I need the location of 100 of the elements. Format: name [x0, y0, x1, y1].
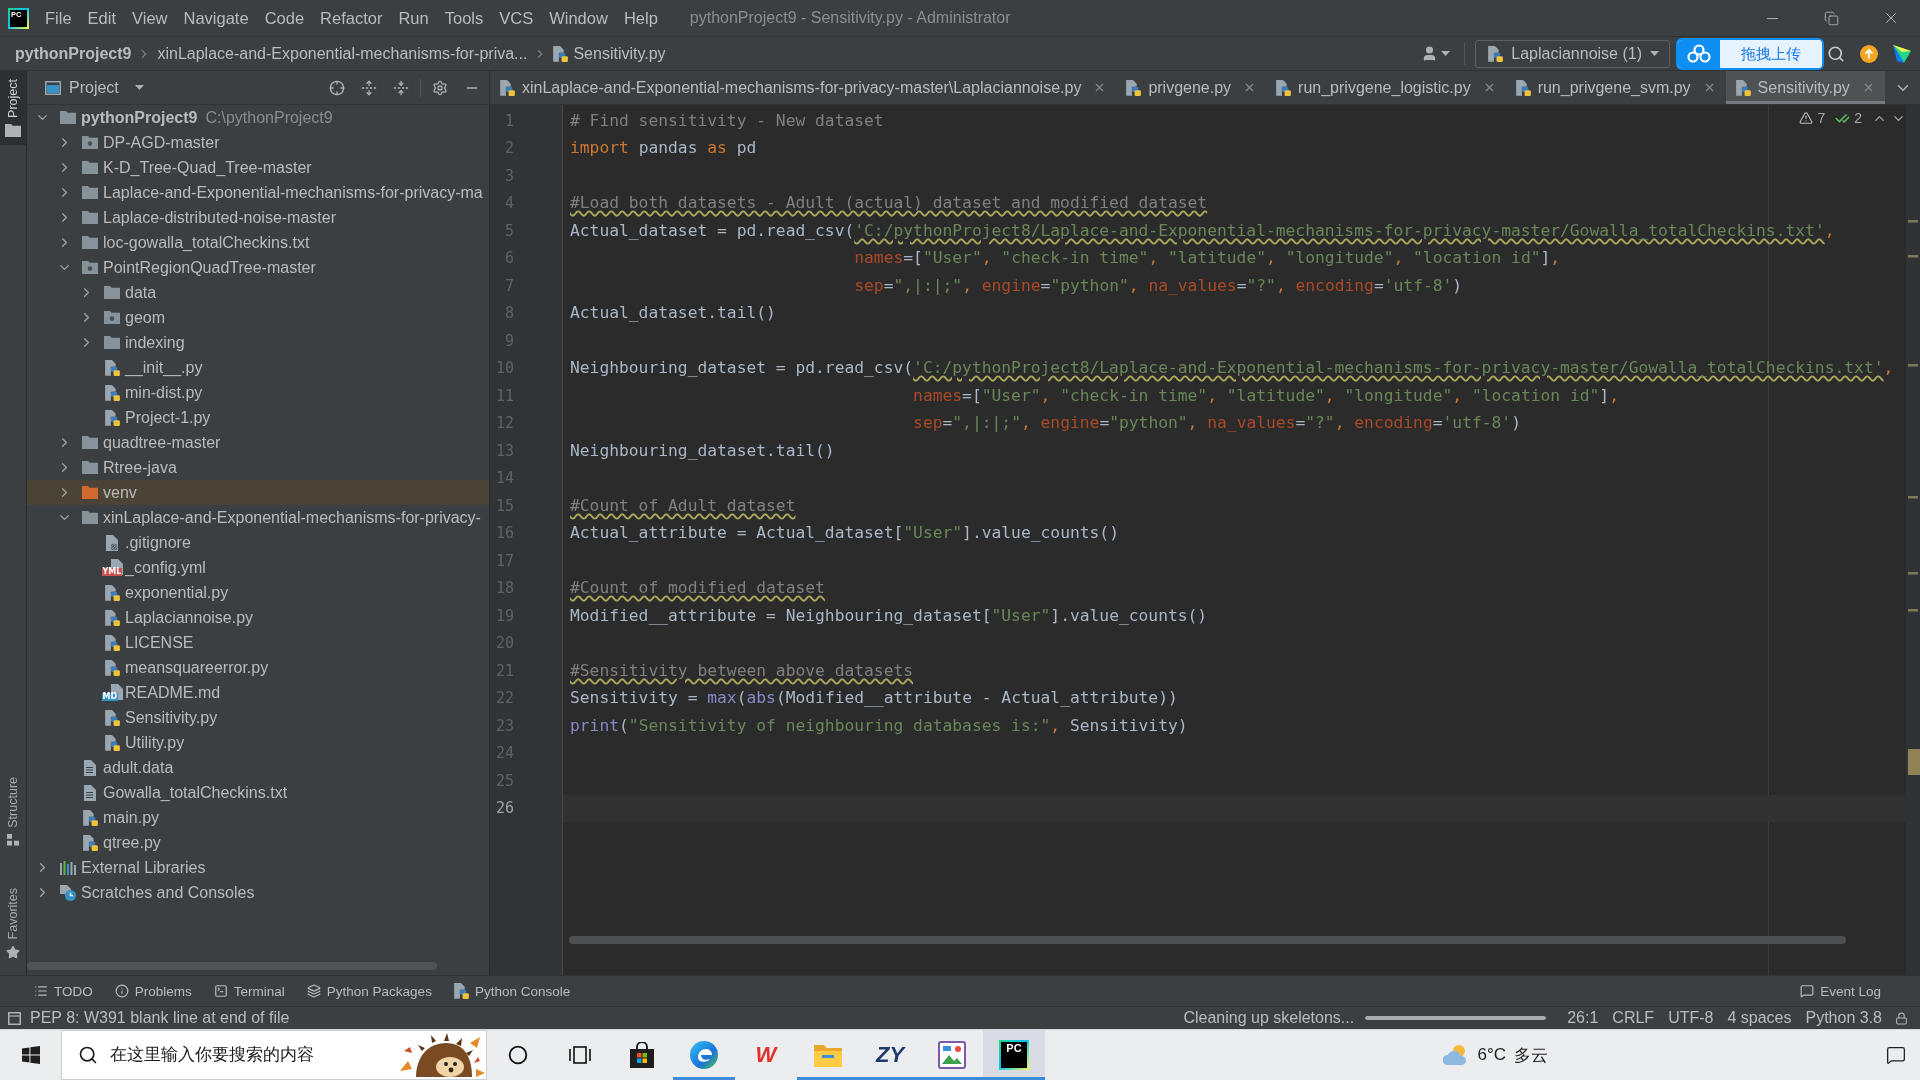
- tree-item[interactable]: Rtree-java: [27, 455, 489, 480]
- editor-tab[interactable]: privgene.py: [1116, 71, 1267, 104]
- settings-icon[interactable]: [432, 79, 448, 96]
- tool-window-button[interactable]: TODO: [34, 983, 93, 999]
- tree-item[interactable]: DP-AGD-master: [27, 130, 489, 155]
- tree-item[interactable]: MD README.md: [27, 680, 489, 705]
- menu-item[interactable]: Navigate: [175, 0, 257, 36]
- error-stripe[interactable]: [1906, 105, 1920, 975]
- status-item[interactable]: 4 spaces: [1720, 1009, 1799, 1027]
- tree-item[interactable]: meansquareerror.py: [27, 655, 489, 680]
- taskbar-button[interactable]: PC: [983, 1030, 1045, 1080]
- tool-window-tab[interactable]: Favorites: [0, 879, 26, 967]
- tool-window-button[interactable]: Python Console: [453, 983, 571, 999]
- tree-item[interactable]: Scratches and Consoles: [27, 880, 489, 905]
- menu-item[interactable]: View: [124, 0, 176, 36]
- tree-item[interactable]: .gitignore: [27, 530, 489, 555]
- breadcrumb[interactable]: xinLaplace-and-Exponential-mechanisms-for-priva...: [157, 44, 528, 63]
- tree-item[interactable]: pythonProject9 C:\pythonProject9: [27, 105, 489, 130]
- tree-item[interactable]: External Libraries: [27, 855, 489, 880]
- horizontal-scrollbar[interactable]: [27, 962, 437, 970]
- status-item[interactable]: CRLF: [1605, 1009, 1662, 1027]
- tree-item[interactable]: adult.data: [27, 755, 489, 780]
- menu-item[interactable]: Help: [615, 0, 666, 36]
- run-configuration-select[interactable]: Laplaciannoise (1): [1475, 39, 1670, 68]
- breadcrumb[interactable]: Sensitivity.py: [553, 44, 666, 63]
- tool-window-tab[interactable]: Project: [0, 71, 26, 145]
- folder-icon: [104, 336, 120, 349]
- menu-item[interactable]: File: [37, 0, 80, 36]
- status-item[interactable]: Python 3.8: [1798, 1009, 1889, 1027]
- tree-item[interactable]: data: [27, 280, 489, 305]
- editor-tab[interactable]: xinLaplace-and-Exponential-mechanisms-for-privacy-master\Laplaciannoise.py: [490, 71, 1117, 104]
- editor-tab[interactable]: run_privgene_logistic.py: [1266, 71, 1506, 104]
- editor-tab[interactable]: run_privgene_svm.py: [1505, 71, 1726, 104]
- breadcrumb[interactable]: pythonProject9: [15, 44, 132, 63]
- weather-widget[interactable]: 6°C 多云: [1435, 1030, 1556, 1080]
- tool-window-button[interactable]: Problems: [114, 983, 192, 999]
- status-item[interactable]: UTF-8: [1661, 1009, 1721, 1027]
- tree-item[interactable]: venv: [27, 480, 489, 505]
- layers-icon: [306, 984, 321, 998]
- restore-icon[interactable]: [1824, 10, 1839, 26]
- update-icon[interactable]: [1860, 44, 1878, 63]
- app-logo: PC: [999, 1040, 1029, 1070]
- structure-icon: [7, 833, 19, 846]
- search-input[interactable]: 在这里输入你要搜索的内容: [110, 1045, 384, 1065]
- folder-icon: [82, 161, 98, 174]
- tree-item[interactable]: Utility.py: [27, 730, 489, 755]
- code-line: #Count of Adult dataset: [570, 494, 796, 517]
- tree-item[interactable]: Project-1.py: [27, 405, 489, 430]
- tree-item[interactable]: LICENSE: [27, 630, 489, 655]
- gradient-logo-icon[interactable]: [1893, 44, 1911, 63]
- editor-tab[interactable]: Sensitivity.py: [1725, 71, 1885, 104]
- tool-window-button[interactable]: Terminal: [213, 983, 285, 999]
- search-field[interactable]: 在这里输入你要搜索的内容: [61, 1030, 487, 1080]
- tree-item[interactable]: exponential.py: [27, 580, 489, 605]
- search-icon[interactable]: [1827, 44, 1845, 63]
- tree-item[interactable]: indexing: [27, 330, 489, 355]
- tree-item[interactable]: YML _config.yml: [27, 555, 489, 580]
- event-log-icon: [1800, 984, 1815, 998]
- tree-item[interactable]: qtree.py: [27, 830, 489, 855]
- tool-window-button[interactable]: Event Log: [1800, 983, 1881, 999]
- tree-item[interactable]: quadtree-master: [27, 430, 489, 455]
- expand-all-icon[interactable]: [361, 79, 377, 96]
- tree-item[interactable]: loc-gowalla_totalCheckins.txt: [27, 230, 489, 255]
- tree-item[interactable]: xinLaplace-and-Exponential-mechanisms-for-privacy-: [27, 505, 489, 530]
- menu-item[interactable]: VCS: [491, 0, 542, 36]
- taskbar-button[interactable]: ZY: [859, 1030, 921, 1080]
- tree-item[interactable]: Gowalla_totalCheckins.txt: [27, 780, 489, 805]
- lock-icon[interactable]: [1895, 1011, 1908, 1025]
- tree-item[interactable]: Sensitivity.py: [27, 705, 489, 730]
- menu-item[interactable]: Code: [256, 0, 313, 36]
- tree-item[interactable]: main.py: [27, 805, 489, 830]
- menu-item[interactable]: Edit: [79, 0, 125, 36]
- menu-item[interactable]: Window: [541, 0, 616, 36]
- search-icon: [78, 1045, 98, 1065]
- inspection-count: 7: [1817, 110, 1826, 126]
- tree-item[interactable]: Laplace-and-Exponential-mechanisms-for-privacy-ma: [27, 180, 489, 205]
- libraries-icon: [60, 860, 76, 875]
- folder-icon: [5, 123, 21, 137]
- tree-item[interactable]: min-dist.py: [27, 380, 489, 405]
- tree-item[interactable]: Laplaciannoise.py: [27, 605, 489, 630]
- status-icon[interactable]: [8, 1011, 21, 1025]
- taskbar-button[interactable]: W: [735, 1030, 797, 1080]
- tree-item[interactable]: K-D_Tree-Quad_Tree-master: [27, 155, 489, 180]
- locate-icon[interactable]: [329, 79, 345, 96]
- menu-item[interactable]: Tools: [436, 0, 492, 36]
- collapse-all-icon[interactable]: [393, 79, 409, 96]
- code-line: Neighbouring_dataset = pd.read_csv('C:/pythonProject8/Laplace-and-Exponential-mechanisms-for-privacy-master/Gowalla_totalCheckins.txt',: [570, 357, 1894, 380]
- view-selector[interactable]: Project: [69, 78, 144, 97]
- tool-window-tab[interactable]: Structure: [0, 768, 26, 854]
- python-file-icon: [104, 709, 120, 726]
- tool-window-button[interactable]: Python Packages: [306, 983, 432, 999]
- python-file-icon: [104, 609, 120, 626]
- status-item[interactable]: 26:1: [1560, 1009, 1606, 1027]
- tree-item[interactable]: PointRegionQuadTree-master: [27, 255, 489, 280]
- tree-item[interactable]: geom: [27, 305, 489, 330]
- horizontal-scrollbar[interactable]: [569, 936, 1846, 944]
- menu-item[interactable]: Refactor: [312, 0, 391, 36]
- tree-item[interactable]: __init__.py: [27, 355, 489, 380]
- menu-item[interactable]: Run: [390, 0, 437, 36]
- tree-item[interactable]: Laplace-distributed-noise-master: [27, 205, 489, 230]
